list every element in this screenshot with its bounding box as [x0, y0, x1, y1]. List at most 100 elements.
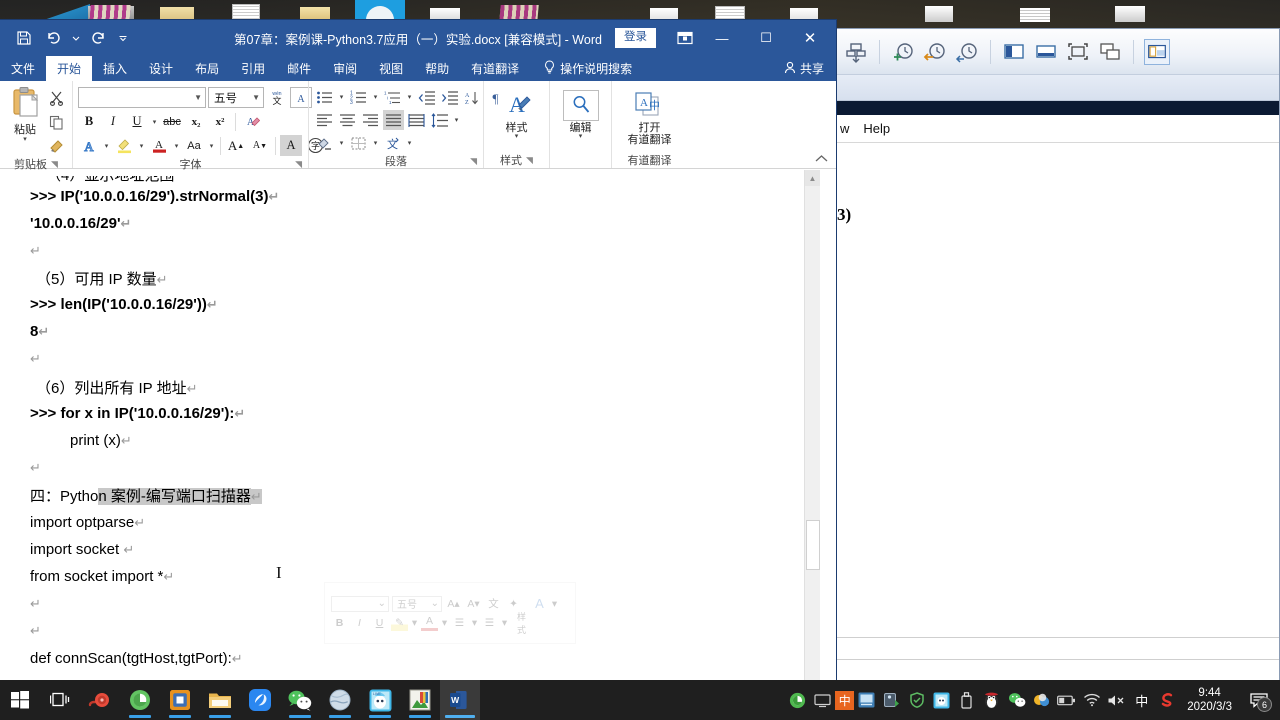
mini-font-size-chevron-down-icon[interactable]: ⌄ [431, 598, 439, 609]
fullscreen-icon[interactable] [1065, 39, 1091, 65]
decrease-indent-icon[interactable] [416, 87, 437, 107]
taskbar-app-browser[interactable] [120, 680, 160, 720]
history-add-icon[interactable] [890, 39, 916, 65]
tab-youdao[interactable]: 有道翻译 [460, 56, 530, 81]
mini-numbering-icon[interactable]: ☰ [481, 615, 498, 631]
word-window[interactable]: 第07章：案例课-Python3.7应用（一）实验.docx [兼容模式] - … [0, 20, 836, 681]
customize-qat-chevron-down-icon[interactable] [114, 25, 132, 51]
tab-design[interactable]: 设计 [138, 56, 184, 81]
highlight-icon[interactable] [113, 135, 135, 156]
scrollbar-thumb[interactable] [806, 520, 820, 570]
word-title-bar[interactable]: 第07章：案例课-Python3.7应用（一）实验.docx [兼容模式] - … [0, 20, 836, 56]
taskbar-app-word[interactable]: W [440, 680, 480, 720]
mini-highlight-icon[interactable]: ✎ [391, 614, 408, 631]
mini-numbering-chevron-down-icon[interactable]: ▾ [501, 615, 508, 631]
numbering-icon[interactable]: 123 [348, 87, 369, 107]
notification-center-button[interactable]: 6 [1242, 680, 1276, 720]
quick-access-toolbar[interactable] [0, 25, 132, 51]
bullets-icon[interactable] [314, 87, 335, 107]
tray-usb[interactable] [954, 680, 979, 720]
split-view-icon[interactable] [1001, 39, 1027, 65]
document-area[interactable]: （4）显示地址范围 >>> IP('10.0.0.16/29').strNorm… [0, 170, 836, 681]
tray-wechat[interactable] [1004, 680, 1029, 720]
mini-font-name-chevron-down-icon[interactable]: ⌄ [378, 598, 386, 609]
change-case-icon[interactable]: Aa [183, 135, 205, 156]
shrink-font-icon[interactable]: A ▼ [249, 135, 271, 156]
taskbar-app-snail[interactable] [80, 680, 120, 720]
taskbar-app-vmware[interactable] [160, 680, 200, 720]
tray-battery[interactable] [1054, 680, 1079, 720]
underline-icon[interactable]: U [126, 111, 148, 132]
tab-references[interactable]: 引用 [230, 56, 276, 81]
taskbar-app-wechat[interactable] [280, 680, 320, 720]
title-bar-right[interactable]: 登录 — ☐ ✕ [615, 21, 836, 55]
tray-shield[interactable] [904, 680, 929, 720]
text-effects-icon[interactable]: A [78, 135, 100, 156]
editing-button[interactable]: 编辑 ▾ [555, 84, 606, 140]
tray-ime[interactable]: 中 [1129, 680, 1154, 720]
line-spacing-icon[interactable] [429, 110, 450, 130]
grow-font-icon[interactable]: A ▲ [225, 135, 247, 156]
paste-button[interactable]: 粘贴 ▾ [5, 84, 45, 143]
justify-icon[interactable] [383, 110, 404, 130]
background-window[interactable]: w Help 3) [836, 28, 1280, 688]
strikethrough-icon[interactable]: abc [161, 111, 183, 132]
youdao-open-button[interactable]: A 中 打开 有道翻译 [617, 84, 682, 146]
tab-insert[interactable]: 插入 [92, 56, 138, 81]
mini-styles-label[interactable]: 样式 [517, 612, 534, 635]
line-spacing-chevron-down-icon[interactable]: ▾ [452, 116, 461, 124]
minimize-button[interactable]: — [700, 21, 744, 55]
tray-edge[interactable] [785, 680, 810, 720]
align-center-icon[interactable] [337, 110, 358, 130]
tab-file[interactable]: 文件 [0, 56, 46, 81]
tray-qq[interactable] [979, 680, 1004, 720]
start-button[interactable] [0, 680, 40, 720]
tab-view[interactable]: 视图 [368, 56, 414, 81]
font-name-input[interactable]: ▼ [78, 87, 206, 108]
undo-icon[interactable] [40, 25, 68, 51]
text-effects-chevron-down-icon[interactable]: ▾ [102, 142, 111, 150]
undo-dropdown-icon[interactable] [70, 25, 82, 51]
system-tray[interactable]: 中 中 9:44 2020/3/3 6 [785, 680, 1280, 720]
sign-in-button[interactable]: 登录 [615, 28, 656, 48]
mini-italic-icon[interactable]: I [351, 615, 368, 631]
mini-bold-icon[interactable]: B [331, 615, 348, 631]
editing-chevron-down-icon[interactable]: ▾ [579, 133, 583, 140]
borders-chevron-down-icon[interactable]: ▾ [371, 139, 380, 147]
task-view-button[interactable] [40, 680, 80, 720]
font-size-input[interactable]: 五号 ▼ [208, 87, 264, 108]
distribute-icon[interactable] [406, 110, 427, 130]
floating-mini-toolbar[interactable]: ⌄ 五号 ⌄ A▴ A▾ 文 ✦ A ▾ B I U ✎ ▾ A ▾ ☰ ▾ ☰… [324, 582, 576, 644]
align-right-icon[interactable] [360, 110, 381, 130]
ribbon[interactable]: 粘贴 ▾ 剪贴板 ◥ ▼ 五号 ▼ wén 文 A B I U ▾ abc x₂… [0, 81, 836, 171]
tray-sogou[interactable] [1154, 680, 1179, 720]
borders-icon[interactable] [348, 133, 369, 153]
highlight-chevron-down-icon[interactable]: ▾ [137, 142, 146, 150]
document-page[interactable]: （4）显示地址范围 >>> IP('10.0.0.16/29').strNorm… [0, 170, 820, 681]
mini-font-color-chevron-down-icon[interactable]: ▾ [441, 615, 448, 631]
tray-display[interactable] [810, 680, 835, 720]
save-icon[interactable] [10, 25, 38, 51]
underline-chevron-down-icon[interactable]: ▾ [150, 118, 159, 126]
taskbar-app-game[interactable]: LIVE [360, 680, 400, 720]
taskbar-app-explorer[interactable] [200, 680, 240, 720]
background-window-menubar[interactable]: w Help [837, 115, 1279, 143]
font-name-chevron-down-icon[interactable]: ▼ [188, 93, 202, 102]
phonetic-guide-icon[interactable]: wén 文 [266, 87, 288, 108]
mini-highlight-chevron-down-icon[interactable]: ▾ [411, 615, 418, 631]
menu-item-help[interactable]: Help [863, 121, 890, 136]
history-search-icon[interactable] [954, 39, 980, 65]
copy-icon[interactable] [45, 112, 67, 132]
tab-help[interactable]: 帮助 [414, 56, 460, 81]
ribbon-tab-strip[interactable]: 文件 开始 插入 设计 布局 引用 邮件 审阅 视图 帮助 有道翻译 操作说明搜… [0, 56, 836, 81]
clear-formatting-icon[interactable]: A [240, 111, 262, 132]
character-shading-icon[interactable]: A [280, 135, 302, 156]
cut-icon[interactable] [45, 88, 67, 108]
menu-item-w[interactable]: w [839, 121, 849, 136]
font-color-chevron-down-icon[interactable]: ▾ [172, 142, 181, 150]
taskbar-app-editor[interactable] [240, 680, 280, 720]
tray-usb-run[interactable] [879, 680, 904, 720]
tell-me-search[interactable]: 操作说明搜索 [530, 56, 632, 81]
taskbar-app-image[interactable] [400, 680, 440, 720]
shading-icon[interactable] [314, 133, 335, 153]
